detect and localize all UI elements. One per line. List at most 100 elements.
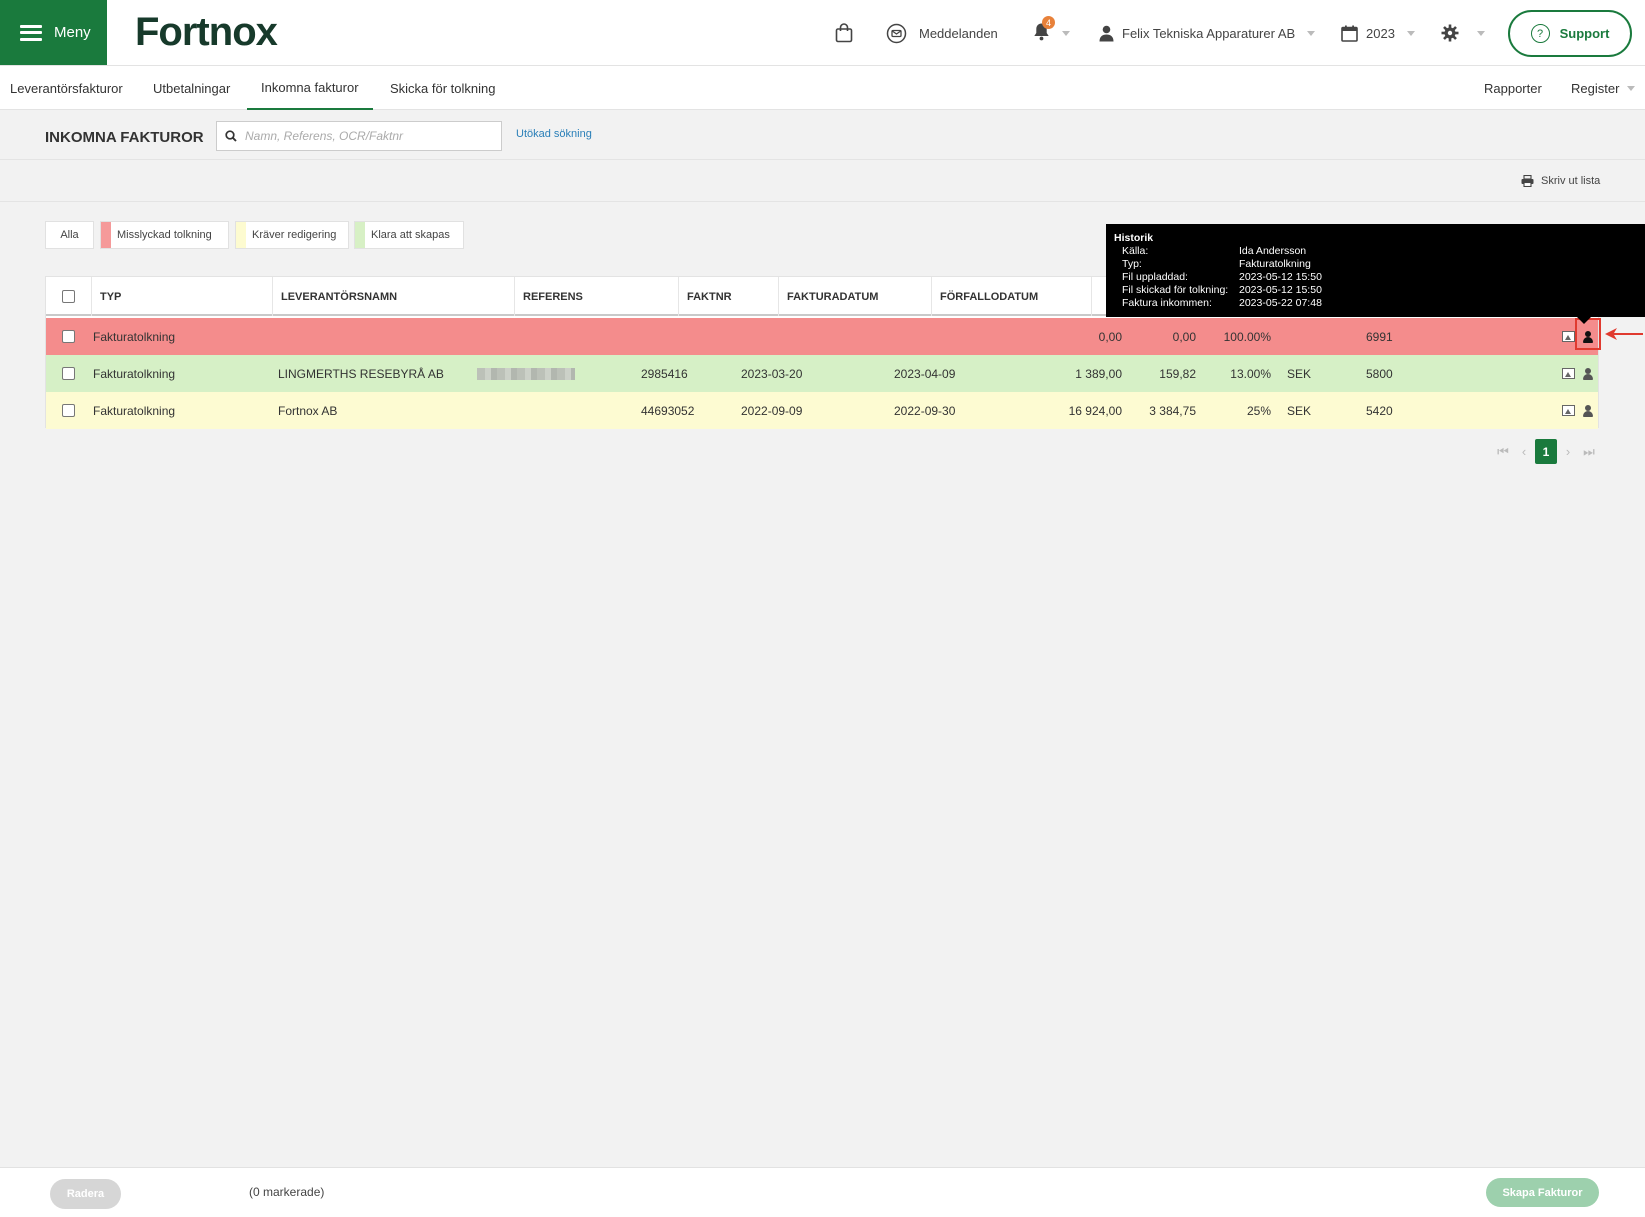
row-checkbox-cell (62, 392, 75, 429)
filter-misslyckad-tolkning[interactable]: Misslyckad tolkning (100, 221, 229, 249)
support-button[interactable]: ? Support (1508, 10, 1632, 57)
nav-rapporter[interactable]: Rapporter (1484, 66, 1542, 110)
tooltip-row: Faktura inkommen: 2023-05-22 07:48 (1114, 297, 1637, 310)
row-total: 16 924,00 (1068, 403, 1122, 418)
messages-button[interactable]: Meddelanden (886, 0, 998, 66)
column-header-faktnr[interactable]: FAKTNR (679, 277, 779, 316)
page-header: INKOMNA FAKTUROR Utökad sökning (0, 110, 1645, 160)
tooltip-key: Faktura inkommen: (1122, 297, 1212, 309)
tooltip-value: 2023-05-22 07:48 (1239, 297, 1322, 309)
company-selector[interactable]: Felix Tekniska Apparaturer AB (1099, 0, 1316, 66)
advanced-search-link[interactable]: Utökad sökning (516, 128, 592, 140)
user-icon[interactable] (1582, 367, 1594, 380)
shopping-bag-button[interactable] (835, 0, 853, 66)
tooltip-row: Källa: Ida Andersson (1114, 245, 1637, 258)
row-invoice-no: 2985416 (641, 366, 688, 381)
table-row[interactable]: Fakturatolkning 0,00 0,00 100.00% 6991 (46, 318, 1598, 355)
user-icon[interactable] (1582, 404, 1594, 417)
notifications-button[interactable]: 4 (1033, 0, 1070, 66)
chevron-down-icon (1477, 30, 1485, 36)
column-header-referens[interactable]: REFERENS (515, 277, 679, 316)
select-all-cell (46, 277, 92, 316)
tooltip-key: Typ: (1122, 258, 1142, 270)
tooltip-value: 2023-05-12 15:50 (1239, 271, 1322, 283)
row-supplier: Fortnox AB (278, 403, 338, 418)
status-swatch (101, 222, 111, 248)
tooltip-row: Typ: Fakturatolkning (1114, 258, 1637, 271)
filter-alla[interactable]: Alla (45, 221, 94, 249)
tooltip-row: Fil skickad för tolkning: 2023-05-12 15:5… (1114, 284, 1637, 297)
next-page-icon[interactable]: › (1557, 439, 1579, 464)
chevron-down-icon (1307, 30, 1316, 36)
row-image-cell (1562, 355, 1575, 392)
arrow-left-icon (1605, 328, 1643, 340)
search-field[interactable] (216, 121, 502, 151)
column-header-forfallodatum[interactable]: FÖRFALLODATUM (932, 277, 1092, 316)
history-tooltip: Historik Källa: Ida Andersson Typ: Faktura… (1106, 224, 1645, 324)
row-total: 1 389,00 (1075, 366, 1122, 381)
row-invoice-date: 2023-03-20 (741, 366, 803, 381)
filter-kraver-redigering[interactable]: Kräver redigering (235, 221, 349, 249)
tooltip-key: Fil uppladdad: (1122, 271, 1188, 283)
image-icon[interactable] (1562, 331, 1575, 342)
notifications-badge: 4 (1042, 16, 1055, 29)
tooltip-key: Källa: (1122, 245, 1149, 257)
row-vat: 159,82 (1159, 366, 1196, 381)
chevron-down-icon (1627, 85, 1636, 91)
row-supplier: LINGMERTHS RESEBYRÅ AB (278, 366, 444, 381)
tab-skicka-for-tolkning[interactable]: Skicka för tolkning (390, 66, 496, 110)
prev-page-icon[interactable]: ‹ (1513, 439, 1535, 464)
tab-inkomna-fakturor[interactable]: Inkomna fakturor (247, 66, 373, 110)
messages-icon (886, 23, 907, 43)
tab-utbetalningar[interactable]: Utbetalningar (153, 66, 230, 110)
row-due-date: 2022-09-30 (894, 403, 956, 418)
nav-register[interactable]: Register (1571, 66, 1636, 110)
last-page-icon[interactable]: ⏭ (1578, 439, 1600, 464)
first-page-icon[interactable]: ⏮ (1492, 439, 1514, 464)
row-total: 0,00 (1098, 329, 1122, 344)
tab-leverantorsfakturor[interactable]: Leverantörsfakturor (10, 66, 123, 110)
row-type: Fakturatolkning (93, 366, 176, 381)
filter-klara-att-skapas[interactable]: Klara att skapas (354, 221, 464, 249)
row-account: 5800 (1366, 366, 1393, 381)
search-input[interactable] (245, 129, 485, 143)
tooltip-title: Historik (1114, 232, 1154, 244)
row-vat-percent: 13.00% (1230, 366, 1271, 381)
row-currency: SEK (1287, 403, 1312, 418)
image-icon[interactable] (1562, 368, 1575, 379)
column-header-typ[interactable]: TYP (92, 277, 273, 316)
row-invoice-no: 44693052 (641, 403, 695, 418)
image-icon[interactable] (1562, 405, 1575, 416)
create-invoices-button[interactable]: Skapa Fakturor (1486, 1178, 1599, 1207)
row-reference (477, 355, 575, 392)
filter-alla-label: Alla (60, 229, 79, 241)
print-band: Skriv ut lista (0, 161, 1645, 202)
menu-label: Meny (54, 24, 91, 41)
page-current[interactable]: 1 (1535, 439, 1557, 464)
year-selector[interactable]: 2023 (1341, 0, 1415, 66)
print-list-label: Skriv ut lista (1541, 175, 1601, 187)
column-header-leverantorsnamn[interactable]: LEVERANTÖRSNAMN (273, 277, 515, 316)
filter-misslyckad-label: Misslyckad tolkning (117, 229, 212, 241)
row-checkbox-cell (62, 355, 75, 392)
gear-icon (1441, 24, 1459, 42)
hamburger-icon (20, 24, 42, 41)
row-checkbox[interactable] (62, 330, 75, 343)
row-checkbox[interactable] (62, 367, 75, 380)
table-row[interactable]: Fakturatolkning Fortnox AB 44693052 2022… (46, 392, 1598, 429)
menu-button[interactable]: Meny (0, 0, 107, 65)
select-all-checkbox[interactable] (62, 290, 75, 303)
print-list-button[interactable]: Skriv ut lista (1521, 175, 1600, 187)
row-due-date: 2023-04-09 (894, 366, 956, 381)
footer-bar: Radera (0 markerade) Skapa Fakturor (0, 1167, 1645, 1217)
row-checkbox[interactable] (62, 404, 75, 417)
settings-button[interactable] (1441, 0, 1485, 66)
table-row[interactable]: Fakturatolkning LINGMERTHS RESEBYRÅ AB 2… (46, 355, 1598, 392)
search-icon (225, 130, 237, 142)
column-header-fakturadatum[interactable]: FAKTURADATUM (779, 277, 932, 316)
row-history-cell (1582, 355, 1594, 392)
marked-count: (0 markerade) (249, 1185, 325, 1199)
row-account: 6991 (1366, 329, 1393, 344)
fortnox-logo[interactable]: Fortnox (135, 10, 278, 55)
delete-button[interactable]: Radera (50, 1179, 121, 1209)
